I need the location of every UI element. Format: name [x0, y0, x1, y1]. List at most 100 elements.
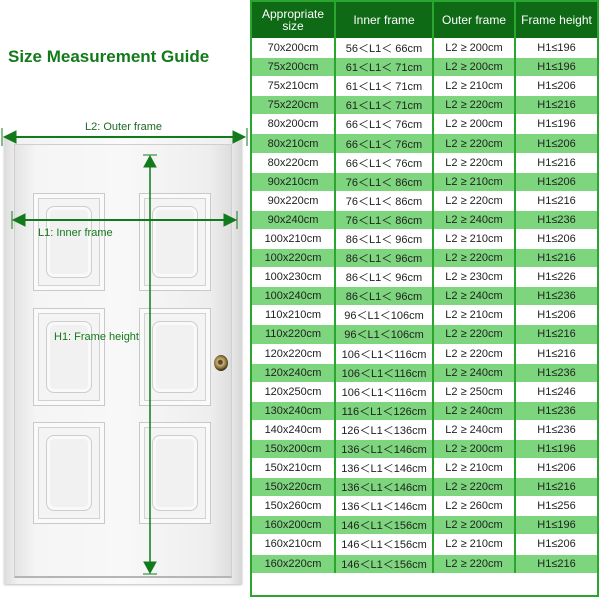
size-table: Appropriate size Inner frame Outer frame…: [250, 0, 599, 597]
column-header-outer-frame: Outer frame: [433, 2, 516, 39]
table-row: 110x210cm 96＜L1＜106cm L2 ≥ 210cm H1≤206: [252, 305, 597, 325]
cell-size: 75x220cm: [252, 95, 336, 115]
cell-frame-height: H1≤196: [515, 515, 597, 535]
cell-inner-frame: 66＜L1＜ 76cm: [335, 133, 434, 154]
table-row: 100x220cm 86＜L1＜ 96cm L2 ≥ 220cm H1≤216: [252, 248, 597, 268]
cell-frame-height: H1≤236: [515, 286, 597, 306]
cell-size: 90x220cm: [252, 190, 336, 211]
measurement-arrows: [1, 128, 248, 575]
table-row: 150x220cm 136＜L1＜146cm L2 ≥ 220cm H1≤216: [252, 477, 597, 497]
cell-frame-height: H1≤196: [515, 438, 597, 459]
cell-inner-frame: 106＜L1＜116cm: [335, 362, 434, 383]
cell-outer-frame: L2 ≥ 220cm: [433, 324, 516, 344]
arrow-right-icon: [232, 130, 247, 144]
table-row: 160x220cm 146＜L1＜156cm L2 ≥ 220cm H1≤216: [252, 553, 597, 573]
table-row: 130x240cm 116＜L1＜126cm L2 ≥ 240cm H1≤236: [252, 400, 597, 421]
cell-inner-frame: 96＜L1＜106cm: [335, 305, 434, 325]
cell-frame-height: H1≤236: [515, 419, 597, 440]
outer-frame-label: L2: Outer frame: [85, 121, 163, 133]
table-row: 100x210cm 86＜L1＜ 96cm L2 ≥ 210cm H1≤206: [252, 228, 597, 249]
table-row: 100x240cm 86＜L1＜ 96cm L2 ≥ 240cm H1≤236: [252, 286, 597, 306]
cell-inner-frame: 106＜L1＜116cm: [335, 343, 434, 364]
cell-size: 100x230cm: [252, 267, 336, 287]
cell-size: 110x220cm: [252, 324, 336, 344]
cell-outer-frame: L2 ≥ 210cm: [433, 458, 516, 478]
table-row: 90x210cm 76＜L1＜ 86cm L2 ≥ 210cm H1≤206: [252, 171, 597, 192]
cell-outer-frame: L2 ≥ 220cm: [433, 477, 516, 497]
cell-size: 75x210cm: [252, 76, 336, 96]
cell-outer-frame: L2 ≥ 240cm: [433, 400, 516, 421]
cell-outer-frame: L2 ≥ 230cm: [433, 267, 516, 287]
cell-inner-frame: 61＜L1＜ 71cm: [335, 95, 434, 115]
table-row: 150x200cm 136＜L1＜146cm L2 ≥ 200cm H1≤196: [252, 438, 597, 459]
cell-outer-frame: L2 ≥ 210cm: [433, 76, 516, 96]
cell-outer-frame: L2 ≥ 240cm: [433, 286, 516, 306]
cell-outer-frame: L2 ≥ 210cm: [433, 305, 516, 325]
arrow-left-icon: [2, 130, 17, 144]
table-row: 160x200cm 146＜L1＜156cm L2 ≥ 200cm H1≤196: [252, 515, 597, 535]
cell-outer-frame: L2 ≥ 220cm: [433, 343, 516, 364]
cell-frame-height: H1≤196: [515, 114, 597, 134]
cell-size: 110x210cm: [252, 305, 336, 325]
cell-size: 75x200cm: [252, 57, 336, 77]
table-row: 75x210cm 61＜L1＜ 71cm L2 ≥ 210cm H1≤206: [252, 76, 597, 96]
table-row: 150x260cm 136＜L1＜146cm L2 ≥ 260cm H1≤256: [252, 496, 597, 516]
cell-frame-height: H1≤236: [515, 400, 597, 421]
cell-size: 160x200cm: [252, 515, 336, 535]
cell-size: 120x220cm: [252, 343, 336, 364]
table-row: 110x220cm 96＜L1＜106cm L2 ≥ 220cm H1≤216: [252, 324, 597, 344]
column-header-size: Appropriate size: [252, 2, 336, 39]
cell-outer-frame: L2 ≥ 200cm: [433, 114, 516, 134]
cell-size: 90x210cm: [252, 171, 336, 192]
table-row: 120x220cm 106＜L1＜116cm L2 ≥ 220cm H1≤216: [252, 343, 597, 364]
cell-outer-frame: L2 ≥ 220cm: [433, 133, 516, 154]
cell-inner-frame: 136＜L1＜146cm: [335, 438, 434, 459]
cell-size: 140x240cm: [252, 419, 336, 440]
cell-inner-frame: 66＜L1＜ 76cm: [335, 114, 434, 134]
cell-outer-frame: L2 ≥ 250cm: [433, 381, 516, 402]
cell-size: 130x240cm: [252, 400, 336, 421]
cell-frame-height: H1≤206: [515, 458, 597, 478]
cell-size: 120x250cm: [252, 381, 336, 402]
cell-inner-frame: 66＜L1＜ 76cm: [335, 152, 434, 173]
cell-outer-frame: L2 ≥ 220cm: [433, 95, 516, 115]
cell-frame-height: H1≤196: [515, 57, 597, 77]
cell-frame-height: H1≤216: [515, 95, 597, 115]
cell-frame-height: H1≤236: [515, 362, 597, 383]
table-row: 80x200cm 66＜L1＜ 76cm L2 ≥ 200cm H1≤196: [252, 114, 597, 134]
cell-inner-frame: 56＜L1＜ 66cm: [335, 37, 434, 58]
cell-outer-frame: L2 ≥ 200cm: [433, 57, 516, 77]
column-header-inner-frame: Inner frame: [335, 2, 434, 39]
cell-outer-frame: L2 ≥ 210cm: [433, 534, 516, 555]
cell-size: 160x210cm: [252, 534, 336, 555]
cell-inner-frame: 76＜L1＜ 86cm: [335, 190, 434, 211]
table-row: 80x210cm 66＜L1＜ 76cm L2 ≥ 220cm H1≤206: [252, 133, 597, 154]
cell-size: 150x220cm: [252, 477, 336, 497]
table-row: 90x240cm 76＜L1＜ 86cm L2 ≥ 240cm H1≤236: [252, 209, 597, 230]
cell-frame-height: H1≤236: [515, 209, 597, 230]
cell-outer-frame: L2 ≥ 220cm: [433, 553, 516, 573]
table-row: 120x250cm 106＜L1＜116cm L2 ≥ 250cm H1≤246: [252, 381, 597, 402]
table-row: 80x220cm 66＜L1＜ 76cm L2 ≥ 220cm H1≤216: [252, 152, 597, 173]
arrow-left-icon: [11, 213, 26, 227]
cell-outer-frame: L2 ≥ 200cm: [433, 37, 516, 58]
cell-size: 150x210cm: [252, 458, 336, 478]
cell-frame-height: H1≤216: [515, 152, 597, 173]
inner-frame-label: L1: Inner frame: [38, 227, 113, 239]
table-row: 100x230cm 86＜L1＜ 96cm L2 ≥ 230cm H1≤226: [252, 267, 597, 287]
table-row: 75x200cm 61＜L1＜ 71cm L2 ≥ 200cm H1≤196: [252, 57, 597, 77]
cell-frame-height: H1≤206: [515, 133, 597, 154]
cell-outer-frame: L2 ≥ 210cm: [433, 228, 516, 249]
table-row: 90x220cm 76＜L1＜ 86cm L2 ≥ 220cm H1≤216: [252, 190, 597, 211]
cell-frame-height: H1≤216: [515, 553, 597, 573]
table-row: 70x200cm 56＜L1＜ 66cm L2 ≥ 200cm H1≤196: [252, 37, 597, 58]
cell-inner-frame: 86＜L1＜ 96cm: [335, 228, 434, 249]
cell-frame-height: H1≤226: [515, 267, 597, 287]
cell-inner-frame: 116＜L1＜126cm: [335, 400, 434, 421]
cell-size: 120x240cm: [252, 362, 336, 383]
arrow-down-icon: [143, 561, 157, 575]
cell-frame-height: H1≤256: [515, 496, 597, 516]
cell-size: 150x200cm: [252, 438, 336, 459]
cell-inner-frame: 76＜L1＜ 86cm: [335, 171, 434, 192]
cell-inner-frame: 136＜L1＜146cm: [335, 458, 434, 478]
